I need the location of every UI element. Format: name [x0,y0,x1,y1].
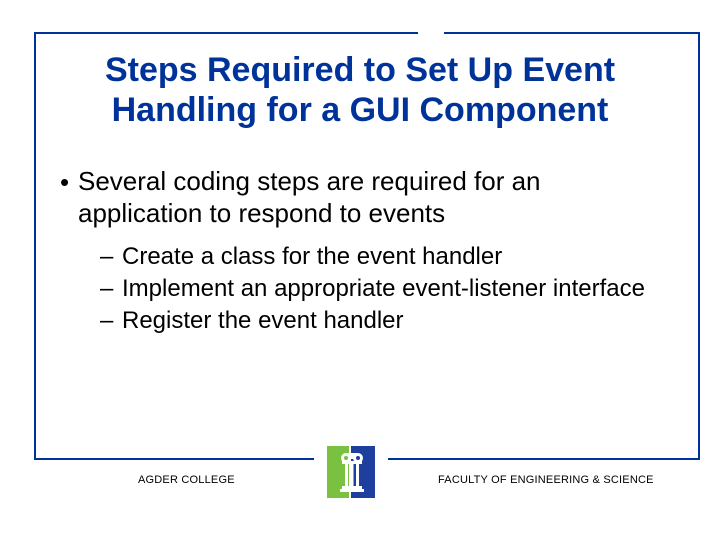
bottom-rule-right [388,458,700,460]
right-rule [698,32,700,458]
bullet-dot-icon: • [60,166,78,198]
subbullet-text: Register the event handler [122,306,404,336]
list-item: – Create a class for the event handler [100,242,660,272]
bullet-level1: • Several coding steps are required for … [60,166,660,229]
footer-left: AGDER COLLEGE [138,474,235,486]
dash-icon: – [100,274,122,304]
college-logo-icon [327,446,375,498]
left-rule [34,32,36,458]
dash-icon: – [100,306,122,336]
footer-right: FACULTY OF ENGINEERING & SCIENCE [438,474,654,486]
top-rule-right [444,32,700,34]
dash-icon: – [100,242,122,272]
slide: Steps Required to Set Up Event Handling … [0,0,720,540]
bullet-text: Several coding steps are required for an… [78,166,660,229]
bottom-rule-left [34,458,314,460]
top-rule-left [34,32,418,34]
subbullet-list: – Create a class for the event handler –… [100,242,660,337]
slide-title: Steps Required to Set Up Event Handling … [60,50,660,130]
subbullet-text: Create a class for the event handler [122,242,502,272]
list-item: – Implement an appropriate event-listene… [100,274,660,304]
subbullet-text: Implement an appropriate event-listener … [122,274,645,304]
list-item: – Register the event handler [100,306,660,336]
